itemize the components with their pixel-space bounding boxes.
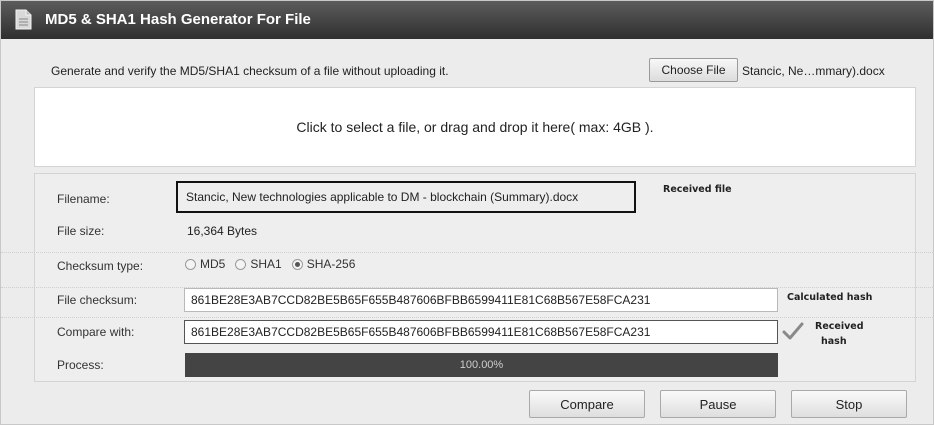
- pause-button[interactable]: Pause: [660, 390, 776, 418]
- drop-zone-text: Click to select a file, or drag and drop…: [296, 119, 654, 135]
- filename-label: Filename:: [57, 192, 110, 206]
- radio-sha1[interactable]: SHA1: [235, 257, 282, 271]
- radio-sha256-label: SHA-256: [306, 257, 356, 271]
- progress-text: 100.00%: [459, 359, 504, 371]
- title-bar: MD5 & SHA1 Hash Generator For File: [1, 1, 933, 39]
- stop-button[interactable]: Stop: [791, 390, 907, 418]
- filesize-label: File size:: [57, 224, 105, 238]
- received-hash-annotation-line1: Received: [815, 321, 864, 332]
- hash-generator-window: MD5 & SHA1 Hash Generator For File Gener…: [0, 0, 934, 425]
- radio-sha256[interactable]: SHA-256: [291, 257, 356, 271]
- description-text: Generate and verify the MD5/SHA1 checksu…: [51, 64, 449, 78]
- received-file-annotation: Received file: [663, 184, 732, 195]
- calculated-hash-annotation: Calculated hash: [787, 292, 873, 303]
- radio-md5-label: MD5: [200, 257, 226, 271]
- received-hash-annotation-line2: hash: [821, 336, 847, 347]
- radio-md5-button[interactable]: [185, 258, 196, 270]
- process-progress-bar: 100.00%: [185, 353, 778, 377]
- process-label: Process:: [57, 358, 104, 372]
- radio-md5[interactable]: MD5: [185, 257, 225, 271]
- radio-sha1-label: SHA1: [250, 257, 282, 271]
- filesize-value: 16,364 Bytes: [187, 224, 258, 238]
- file-checksum-label: File checksum:: [57, 293, 138, 307]
- checkmark-icon: [782, 322, 804, 340]
- divider: [1, 252, 933, 253]
- divider: [1, 317, 933, 318]
- filename-value: Stancic, New technologies applicable to …: [176, 181, 636, 213]
- radio-sha256-button[interactable]: [291, 258, 303, 270]
- window-title: MD5 & SHA1 Hash Generator For File: [45, 11, 311, 28]
- compare-button[interactable]: Compare: [529, 390, 645, 418]
- checksum-type-group: MD5 SHA1 SHA-256: [185, 257, 365, 271]
- radio-sha1-button[interactable]: [235, 258, 247, 270]
- chosen-file-name: Stancic, Ne…mmary).docx: [742, 64, 885, 78]
- compare-with-label: Compare with:: [57, 325, 135, 339]
- document-icon: [15, 9, 32, 30]
- compare-with-input[interactable]: 861BE28E3AB7CCD82BE5B65F655B487606BFBB65…: [184, 320, 778, 344]
- checksum-type-label: Checksum type:: [57, 259, 144, 273]
- choose-file-button[interactable]: Choose File: [649, 58, 738, 82]
- file-drop-zone[interactable]: Click to select a file, or drag and drop…: [34, 87, 916, 167]
- file-checksum-field[interactable]: 861BE28E3AB7CCD82BE5B65F655B487606BFBB65…: [184, 288, 778, 312]
